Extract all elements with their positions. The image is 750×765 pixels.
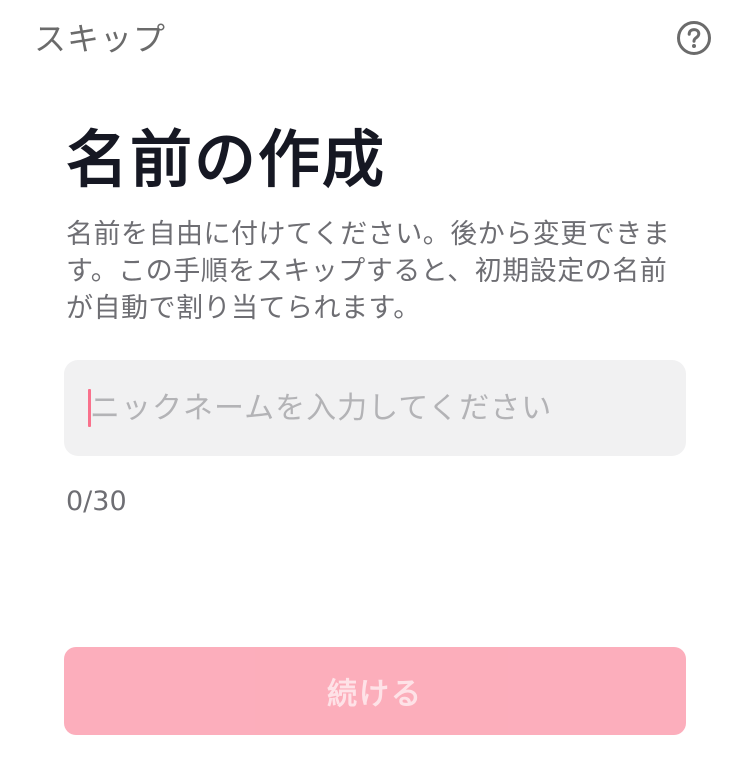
continue-button[interactable]: 続ける (64, 647, 686, 735)
page-title: 名前の作成 (66, 123, 387, 196)
nickname-input[interactable] (90, 360, 670, 456)
character-counter: 0/30 (66, 486, 127, 517)
page-description: 名前を自由に付けてください。後から変更できます。この手順をスキップすると、初期設… (66, 219, 671, 324)
question-circle-icon[interactable] (676, 20, 712, 56)
continue-button-label: 続ける (327, 677, 423, 712)
skip-button[interactable]: スキップ (34, 14, 166, 60)
nickname-field[interactable] (64, 360, 686, 456)
